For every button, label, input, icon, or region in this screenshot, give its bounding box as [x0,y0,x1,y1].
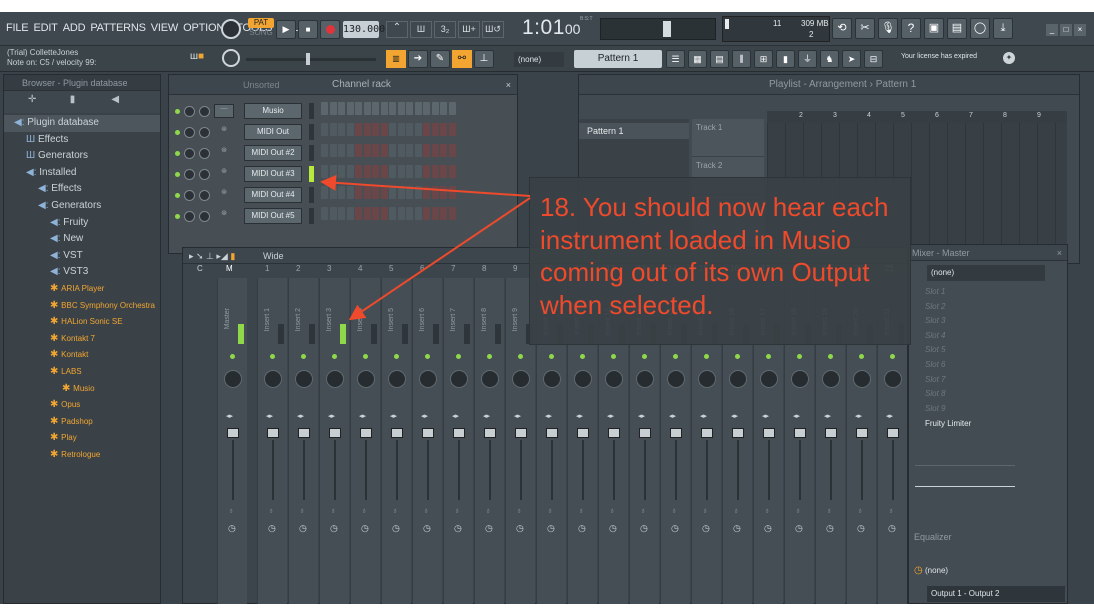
arrow-to-insert [348,197,531,321]
fl-studio-window: FILEEDITADDPATTERNSVIEWOPTIONSTOOLSHELP … [0,12,1094,604]
arrow-to-channel [320,174,531,197]
annotation-arrows [320,174,531,321]
